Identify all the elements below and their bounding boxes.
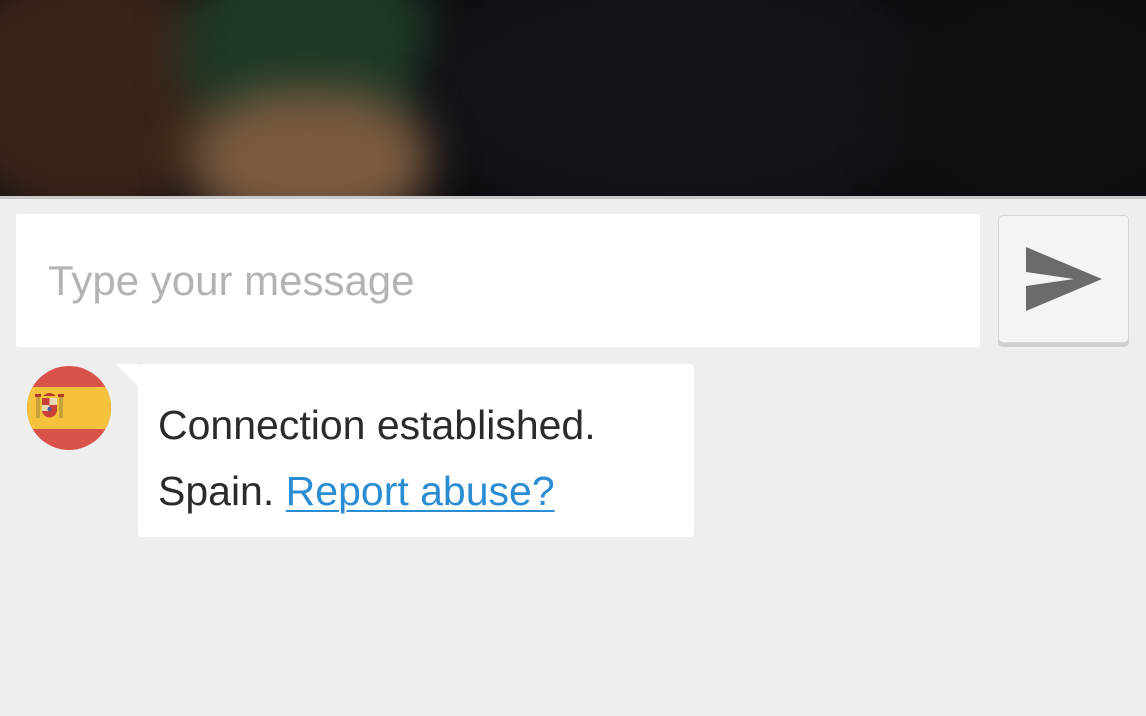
report-abuse-link[interactable]: Report abuse? <box>286 468 555 514</box>
chat-screen: Connection established. Spain. Report ab… <box>0 0 1146 716</box>
video-shape <box>190 90 430 196</box>
video-divider <box>0 196 1146 199</box>
remote-video-feed <box>0 0 1146 196</box>
message-second-line: Spain. Report abuse? <box>158 458 674 524</box>
send-arrow-icon <box>1025 247 1102 311</box>
country-text: Spain. <box>158 468 275 514</box>
message-bubble-tail <box>116 364 138 386</box>
message-input[interactable] <box>16 214 980 347</box>
video-shape <box>420 0 940 196</box>
connection-status-text: Connection established. <box>158 402 596 448</box>
spain-flag-icon <box>27 366 111 450</box>
video-shape <box>880 0 1146 196</box>
system-message-bubble: Connection established. Spain. Report ab… <box>138 364 694 537</box>
send-button[interactable] <box>998 215 1129 343</box>
